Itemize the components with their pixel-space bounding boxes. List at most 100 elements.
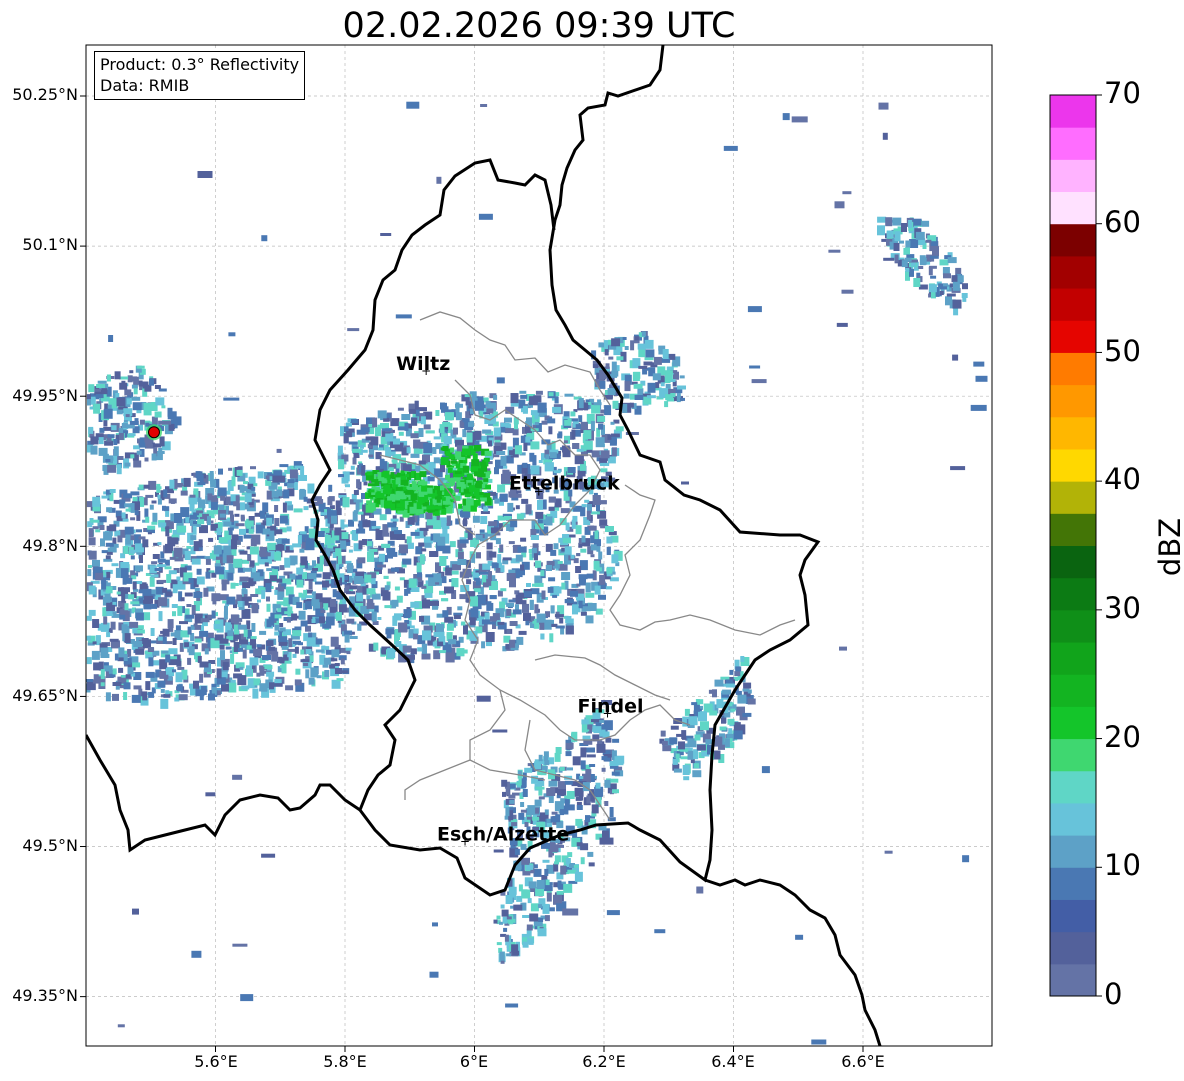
echo-cell (521, 408, 528, 413)
echo-cell (595, 437, 605, 448)
echo-cell (86, 394, 91, 400)
echo-cell (344, 634, 350, 643)
echo-cell (555, 747, 562, 754)
echo-cell-strong (447, 467, 453, 473)
echo-cell (391, 551, 398, 557)
echo-cell (368, 454, 374, 458)
echo-cell (172, 638, 177, 645)
echo-cell (413, 628, 419, 634)
echo-cell (168, 423, 175, 431)
echo-speck (272, 475, 286, 483)
echo-cell (956, 275, 964, 283)
echo-speck (478, 213, 493, 220)
echo-cell (130, 454, 135, 459)
echo-cell (162, 628, 170, 637)
echo-cell (145, 671, 155, 678)
echo-cell (134, 510, 139, 516)
echo-cell (606, 567, 613, 574)
echo-cell (538, 754, 543, 762)
echo-cell (175, 625, 181, 631)
city-label: Findel (577, 695, 643, 717)
echo-cell-strong (395, 477, 401, 485)
echo-cell-strong (405, 474, 410, 478)
echo-cell (158, 522, 167, 528)
echo-cell-strong (380, 499, 385, 508)
echo-cell (381, 590, 388, 597)
echo-cell (500, 588, 507, 592)
echo-cell (324, 534, 331, 545)
echo-cell (590, 554, 595, 558)
colorbar (1049, 94, 1102, 997)
echo-cell (230, 679, 236, 683)
echo-cell (155, 397, 165, 406)
echo-cell (223, 521, 232, 527)
echo-cell (499, 921, 503, 925)
echo-cell (379, 553, 385, 562)
echo-cell (204, 648, 209, 655)
echo-cell-strong (434, 506, 442, 510)
echo-cell (239, 502, 245, 511)
echo-speck (395, 314, 412, 319)
echo-cell (180, 597, 185, 602)
echo-cell (118, 667, 124, 673)
echo-cell (362, 539, 367, 546)
echo-cell (210, 501, 218, 510)
echo-cell (180, 490, 188, 496)
echo-cell (95, 388, 101, 392)
echo-cell (379, 514, 387, 521)
echo-speck (883, 257, 895, 261)
echo-cell (453, 427, 458, 435)
echo-cell (561, 572, 571, 580)
echo-cell (410, 453, 420, 458)
echo-cell (176, 660, 182, 667)
echo-cell (500, 422, 510, 427)
echo-cell (247, 554, 252, 561)
echo-cell (90, 436, 99, 445)
echo-cell (279, 565, 285, 571)
echo-cell (591, 404, 601, 414)
echo-cell (387, 522, 397, 528)
echo-cell (418, 428, 424, 437)
echo-cell (345, 484, 350, 488)
echo-cell (220, 495, 226, 501)
echo-cell (107, 434, 115, 439)
echo-cell (693, 704, 700, 712)
echo-cell (393, 438, 400, 445)
echo-cell (284, 557, 291, 568)
echo-cell (590, 421, 595, 432)
echo-speck (406, 101, 420, 109)
echo-cell (387, 648, 396, 659)
echo-cell (239, 528, 246, 535)
echo-cell (520, 537, 527, 542)
echo-cell (442, 545, 451, 554)
echo-cell (449, 541, 456, 548)
echo-cell (669, 737, 678, 745)
echo-cell (632, 372, 640, 381)
echo-cell (158, 611, 163, 622)
echo-cell (565, 742, 574, 749)
echo-cell (193, 680, 199, 689)
echo-cell (331, 679, 341, 689)
echo-cell (587, 724, 593, 730)
echo-cell (278, 636, 288, 643)
echo-cell (573, 757, 581, 763)
echo-cell (893, 243, 900, 251)
echo-cell (642, 368, 648, 375)
echo-cell (611, 436, 617, 444)
echo-cell (345, 422, 352, 427)
echo-cell (576, 805, 583, 810)
colorbar-swatch (1050, 802, 1096, 836)
echo-cell (236, 469, 243, 476)
echo-cell (234, 513, 240, 517)
echo-cell (220, 650, 225, 661)
echo-cell (383, 575, 389, 579)
echo-cell (425, 430, 435, 434)
echo-speck (795, 934, 804, 940)
echo-cell (520, 564, 525, 571)
echo-cell (534, 582, 544, 587)
echo-cell (575, 566, 582, 573)
echo-cell (698, 711, 707, 722)
echo-cell (548, 496, 556, 503)
echo-cell (87, 565, 92, 568)
echo-cell-strong (479, 497, 487, 502)
